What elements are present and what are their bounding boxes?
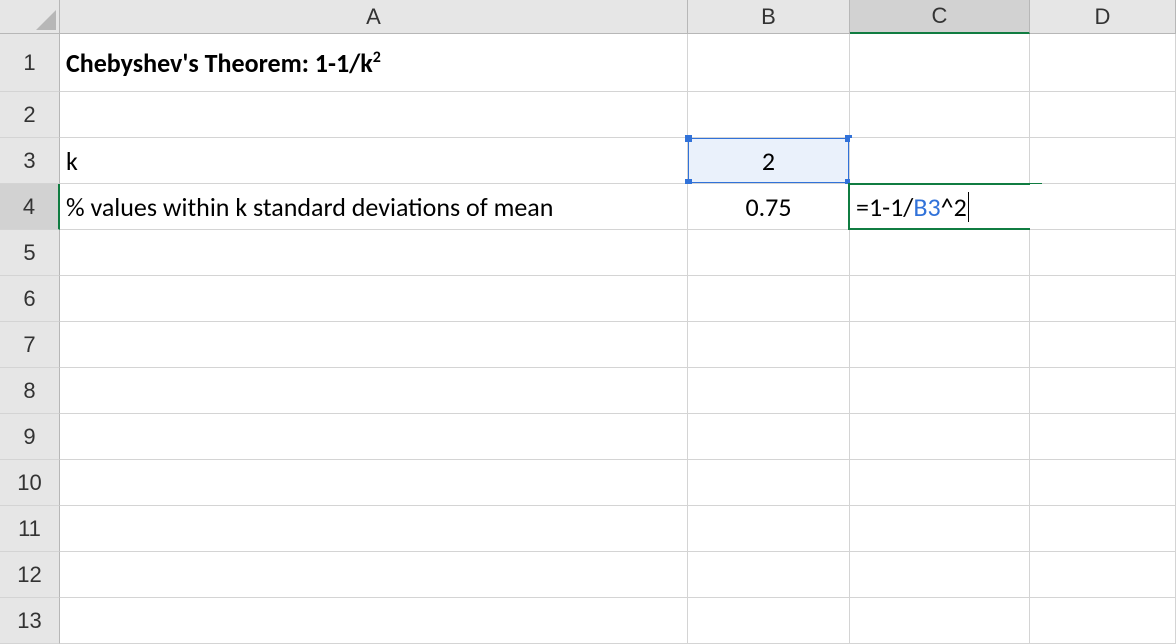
- cell-A13[interactable]: [60, 598, 688, 644]
- cell-B1[interactable]: [688, 34, 850, 92]
- row-header-9[interactable]: 9: [0, 414, 60, 460]
- text-caret: [968, 192, 970, 222]
- spreadsheet-grid: A B C D 1 Chebyshev's Theorem: 1-1/k2 2 …: [0, 0, 1176, 644]
- row-header-2[interactable]: 2: [0, 92, 60, 138]
- formula-text: =1-1/B3^2: [856, 191, 967, 223]
- cell-C11[interactable]: [850, 506, 1030, 552]
- cell-B4[interactable]: 0.75: [688, 184, 850, 230]
- cell-B3-content: 2: [762, 145, 775, 177]
- cell-B5[interactable]: [688, 230, 850, 276]
- row-header-1[interactable]: 1: [0, 34, 60, 92]
- cell-D13[interactable]: [1030, 598, 1176, 644]
- col-header-B[interactable]: B: [688, 0, 850, 34]
- col-header-D[interactable]: D: [1030, 0, 1176, 34]
- cell-A2[interactable]: [60, 92, 688, 138]
- cell-C12[interactable]: [850, 552, 1030, 598]
- cell-A7[interactable]: [60, 322, 688, 368]
- row-header-13[interactable]: 13: [0, 598, 60, 644]
- cell-B3[interactable]: 2: [688, 138, 850, 184]
- col-header-C[interactable]: C: [850, 0, 1030, 34]
- cell-B11[interactable]: [688, 506, 850, 552]
- cell-C10[interactable]: [850, 460, 1030, 506]
- cell-A4[interactable]: % values within k standard deviations of…: [60, 184, 688, 230]
- cell-C3[interactable]: [850, 138, 1030, 184]
- cell-C9[interactable]: [850, 414, 1030, 460]
- cell-D1[interactable]: [1030, 34, 1176, 92]
- cell-C5[interactable]: [850, 230, 1030, 276]
- cell-B2[interactable]: [688, 92, 850, 138]
- row-header-7[interactable]: 7: [0, 322, 60, 368]
- row-header-10[interactable]: 10: [0, 460, 60, 506]
- cell-D3[interactable]: [1030, 138, 1176, 184]
- cell-B10[interactable]: [688, 460, 850, 506]
- cell-D11[interactable]: [1030, 506, 1176, 552]
- cell-A4-content: % values within k standard deviations of…: [66, 191, 553, 223]
- row-header-3[interactable]: 3: [0, 138, 60, 184]
- cell-D9[interactable]: [1030, 414, 1176, 460]
- cell-C7[interactable]: [850, 322, 1030, 368]
- row-header-6[interactable]: 6: [0, 276, 60, 322]
- cell-A8[interactable]: [60, 368, 688, 414]
- cell-C6[interactable]: [850, 276, 1030, 322]
- cell-A10[interactable]: [60, 460, 688, 506]
- cell-A3-content: k: [66, 145, 78, 177]
- row-header-8[interactable]: 8: [0, 368, 60, 414]
- cell-D7[interactable]: [1030, 322, 1176, 368]
- cell-C13[interactable]: [850, 598, 1030, 644]
- row-header-4[interactable]: 4: [0, 184, 60, 230]
- cell-A12[interactable]: [60, 552, 688, 598]
- cell-A3[interactable]: k: [60, 138, 688, 184]
- row-header-11[interactable]: 11: [0, 506, 60, 552]
- cell-B4-content: 0.75: [745, 191, 791, 223]
- cell-B13[interactable]: [688, 598, 850, 644]
- row-header-5[interactable]: 5: [0, 230, 60, 276]
- cell-A1[interactable]: Chebyshev's Theorem: 1-1/k2: [60, 34, 688, 92]
- cell-C1[interactable]: [850, 34, 1030, 92]
- cell-A5[interactable]: [60, 230, 688, 276]
- cell-D5[interactable]: [1030, 230, 1176, 276]
- cell-B8[interactable]: [688, 368, 850, 414]
- cell-D2[interactable]: [1030, 92, 1176, 138]
- cell-D4[interactable]: [1030, 184, 1176, 230]
- cell-A1-content: Chebyshev's Theorem: 1-1/k2: [66, 47, 381, 79]
- cell-C4[interactable]: =1-1/B3^2: [850, 184, 1030, 230]
- col-header-A[interactable]: A: [60, 0, 688, 34]
- cell-B7[interactable]: [688, 322, 850, 368]
- cell-D10[interactable]: [1030, 460, 1176, 506]
- select-all-corner[interactable]: [0, 0, 60, 34]
- cell-C8[interactable]: [850, 368, 1030, 414]
- cell-D6[interactable]: [1030, 276, 1176, 322]
- cell-D12[interactable]: [1030, 552, 1176, 598]
- cell-B9[interactable]: [688, 414, 850, 460]
- cell-A6[interactable]: [60, 276, 688, 322]
- cell-C2[interactable]: [850, 92, 1030, 138]
- cell-A9[interactable]: [60, 414, 688, 460]
- row-header-12[interactable]: 12: [0, 552, 60, 598]
- cell-B6[interactable]: [688, 276, 850, 322]
- cell-A11[interactable]: [60, 506, 688, 552]
- cell-D8[interactable]: [1030, 368, 1176, 414]
- cell-B12[interactable]: [688, 552, 850, 598]
- formula-editor[interactable]: =1-1/B3^2: [848, 183, 1042, 230]
